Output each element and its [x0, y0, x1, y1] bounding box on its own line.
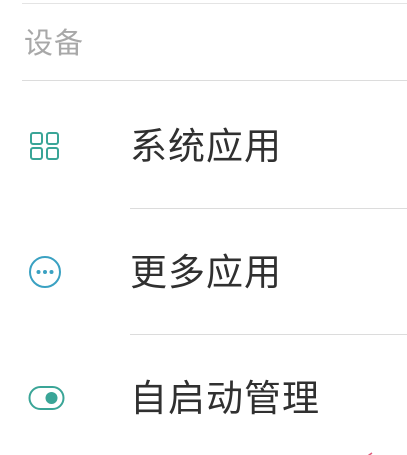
section-divider — [22, 80, 407, 81]
more-circle-icon — [28, 255, 62, 289]
menu-item-autostart-management[interactable]: 自启动管理 — [0, 334, 407, 455]
edge-mark-icon — [361, 446, 375, 455]
menu-item-label: 系统应用 — [130, 125, 282, 168]
top-divider — [22, 3, 407, 4]
toggle-icon — [28, 381, 65, 415]
menu-item-system-apps[interactable]: 系统应用 — [0, 82, 407, 208]
menu-item-label: 更多应用 — [130, 251, 282, 294]
menu-item-label: 自启动管理 — [130, 377, 320, 420]
section-header-device: 设备 — [24, 26, 85, 60]
settings-screen: 设备 系统应用 更多应用 自启动管理 — [0, 0, 407, 455]
grid-icon — [28, 129, 62, 163]
menu-item-more-apps[interactable]: 更多应用 — [0, 208, 407, 334]
